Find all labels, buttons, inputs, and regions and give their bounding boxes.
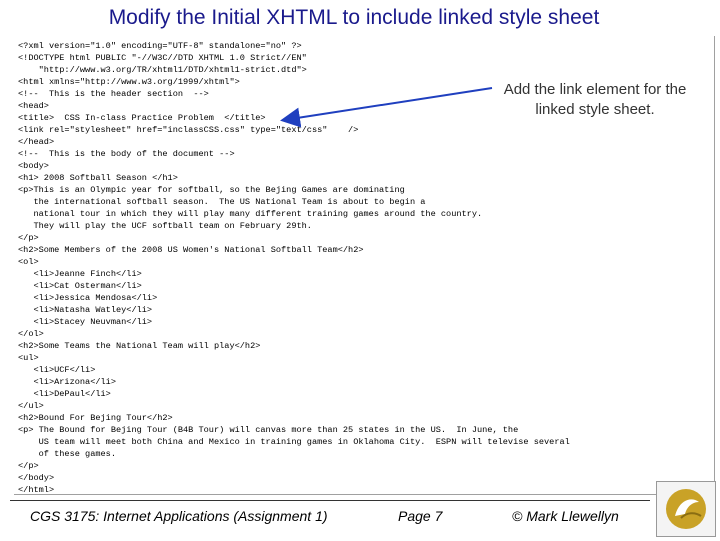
code-line: <h2>Some Members of the 2008 US Women's … [18, 245, 364, 255]
footer-divider [10, 500, 650, 501]
code-line: "http://www.w3.org/TR/xhtml1/DTD/xhtml1-… [18, 65, 307, 75]
code-line: </body> [18, 473, 55, 483]
code-line: </ol> [18, 329, 44, 339]
code-line: <ul> [18, 353, 39, 363]
code-line: <li>Natasha Watley</li> [18, 305, 153, 315]
slide-footer: CGS 3175: Internet Applications (Assignm… [0, 500, 720, 534]
code-line: <!-- This is the header section --> [18, 89, 209, 99]
code-line: They will play the UCF softball team on … [18, 221, 312, 231]
code-line: <p>This is an Olympic year for softball,… [18, 185, 405, 195]
code-line: the international softball season. The U… [18, 197, 426, 207]
code-line: <ol> [18, 257, 39, 267]
code-line: <?xml version="1.0" encoding="UTF-8" sta… [18, 41, 302, 51]
code-line: </head> [18, 137, 55, 147]
ucf-pegasus-logo [656, 481, 716, 537]
code-line: <link rel="stylesheet" href="inclassCSS.… [18, 125, 359, 135]
code-line: <!-- This is the body of the document --… [18, 149, 235, 159]
code-line: <h1> 2008 Softball Season </h1> [18, 173, 178, 183]
code-line: <title> CSS In-class Practice Problem </… [18, 113, 266, 123]
code-line: <li>Stacey Neuvman</li> [18, 317, 153, 327]
code-line: </html> [18, 485, 55, 495]
code-line: <body> [18, 161, 49, 171]
code-line: <li>DePaul</li> [18, 389, 111, 399]
code-line: <li>Jessica Mendosa</li> [18, 293, 158, 303]
footer-course: CGS 3175: Internet Applications (Assignm… [30, 508, 328, 524]
code-line: <head> [18, 101, 49, 111]
code-line: </p> [18, 461, 39, 471]
footer-author: © Mark Llewellyn [512, 508, 619, 524]
code-line: <!DOCTYPE html PUBLIC "-//W3C//DTD XHTML… [18, 53, 307, 63]
code-line: </p> [18, 233, 39, 243]
code-line: <html xmlns="http://www.w3.org/1999/xhtm… [18, 77, 240, 87]
code-line: US team will meet both China and Mexico … [18, 437, 570, 447]
code-line: <h2>Bound For Bejing Tour</h2> [18, 413, 173, 423]
code-line: <li>Arizona</li> [18, 377, 116, 387]
code-line: </ul> [18, 401, 44, 411]
callout-text: Add the link element for the linked styl… [503, 81, 687, 118]
code-line: of these games. [18, 449, 116, 459]
code-line: <li>UCF</li> [18, 365, 96, 375]
code-line: national tour in which they will play ma… [18, 209, 483, 219]
code-line: <h2>Some Teams the National Team will pl… [18, 341, 261, 351]
slide-title: Modify the Initial XHTML to include link… [108, 6, 600, 29]
code-line: <li>Jeanne Finch</li> [18, 269, 142, 279]
footer-page-number: Page 7 [398, 508, 443, 524]
code-line: <li>Cat Osterman</li> [18, 281, 142, 291]
code-line: <p> The Bound for Bejing Tour (B4B Tour)… [18, 425, 519, 435]
